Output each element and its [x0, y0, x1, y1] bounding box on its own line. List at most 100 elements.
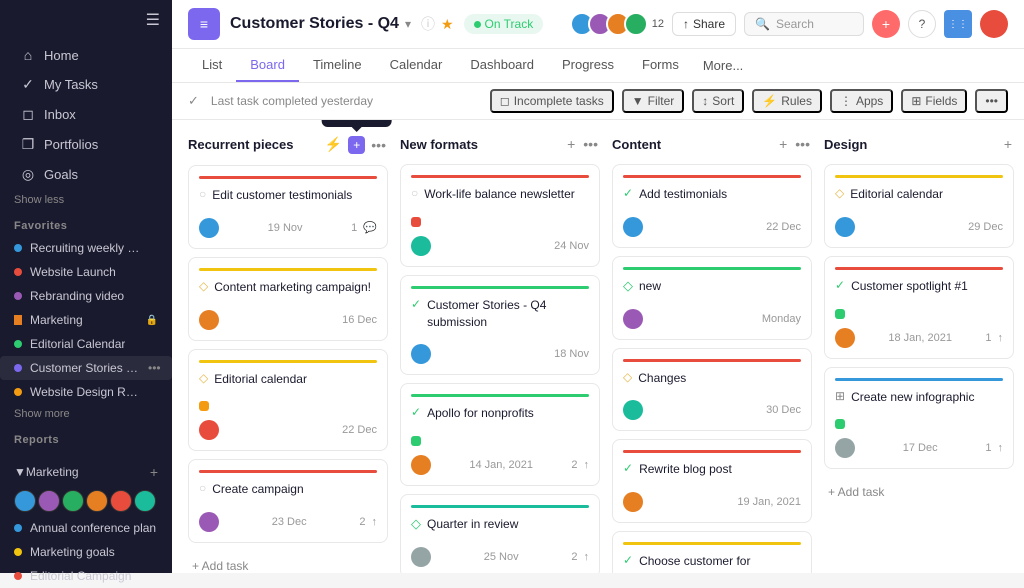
- card-create-infographic[interactable]: ⊞ Create new infographic 17 Dec 1 ↑: [824, 367, 1014, 470]
- column-more-icon[interactable]: •••: [793, 134, 812, 154]
- card-apollo[interactable]: ✓ Apollo for nonprofits 14 Jan, 2021 2 ↑: [400, 383, 600, 486]
- fav-dot: [14, 292, 22, 300]
- tab-dashboard[interactable]: Dashboard: [456, 49, 548, 82]
- sidebar-item-website-launch[interactable]: Website Launch: [0, 260, 172, 284]
- favorites-section-label: Favorites: [0, 210, 172, 236]
- column-title: New formats: [400, 137, 478, 152]
- card-status-bar: [199, 176, 377, 179]
- tab-board[interactable]: Board: [236, 49, 299, 82]
- sidebar-item-customer-stories[interactable]: Customer Stories - Q4 •••: [0, 356, 172, 380]
- search-box[interactable]: 🔍 Search: [744, 12, 864, 36]
- card-customer-stories-q4[interactable]: ✓ Customer Stories - Q4 submission 18 No…: [400, 275, 600, 376]
- card-footer: 29 Dec: [835, 217, 1003, 237]
- star-icon[interactable]: ★: [441, 16, 454, 33]
- sidebar-item-portfolios[interactable]: ❐ Portfolios: [6, 130, 166, 159]
- card-editorial-calendar-1[interactable]: ◇ Editorial calendar 22 Dec: [188, 349, 388, 452]
- sidebar-item-home[interactable]: ⌂ Home: [6, 41, 166, 69]
- card-date: 14 Jan, 2021: [469, 459, 533, 471]
- add-task-btn-design[interactable]: + Add task: [824, 477, 1014, 507]
- add-task-btn-recurrent[interactable]: + Add task: [188, 551, 388, 573]
- sidebar-item-goals[interactable]: ◎ Goals: [6, 160, 166, 189]
- filter-btn[interactable]: ▼ Filter: [622, 89, 685, 113]
- column-more-icon[interactable]: •••: [581, 134, 600, 154]
- add-task-tooltip: Add task: [321, 120, 392, 127]
- show-less-btn[interactable]: Show less: [0, 190, 172, 210]
- card-rewrite-blog[interactable]: ✓ Rewrite blog post 19 Jan, 2021: [612, 439, 812, 523]
- tab-more[interactable]: More...: [693, 50, 753, 81]
- add-col-btn[interactable]: +: [1002, 134, 1014, 154]
- card-add-testimonials[interactable]: ✓ Add testimonials 22 Dec: [612, 164, 812, 248]
- info-icon[interactable]: ⓘ: [421, 14, 435, 34]
- topbar-right: 12 ↑ Share 🔍 Search + ? ⋮⋮: [570, 10, 1008, 38]
- fav-dot: [14, 268, 22, 276]
- title-dropdown-chevron[interactable]: ▾: [405, 17, 411, 31]
- add-team-btn[interactable]: +: [150, 464, 158, 480]
- share-button[interactable]: ↑ Share: [672, 12, 736, 36]
- sidebar-item-inbox[interactable]: ◻ Inbox: [6, 100, 166, 129]
- tab-timeline[interactable]: Timeline: [299, 49, 376, 82]
- card-choose-customer[interactable]: ✓ Choose customer for February spotlight…: [612, 531, 812, 573]
- add-col-btn[interactable]: +: [565, 134, 577, 154]
- card-changes[interactable]: ◇ Changes 30 Dec: [612, 348, 812, 432]
- card-date: 25 Nov: [484, 551, 519, 563]
- card-date: 16 Dec: [342, 314, 377, 326]
- sidebar-item-rebranding[interactable]: Rebranding video: [0, 284, 172, 308]
- tag: [411, 217, 421, 227]
- team-dot: [14, 572, 22, 580]
- sidebar-item-recruiting[interactable]: Recruiting weekly mee...: [0, 236, 172, 260]
- user-avatar[interactable]: [980, 10, 1008, 38]
- team-item-conference[interactable]: Annual conference plan: [0, 516, 172, 540]
- sidebar-item-label: Inbox: [44, 107, 76, 122]
- card-create-campaign[interactable]: ○ Create campaign 23 Dec 2 ↑: [188, 459, 388, 543]
- add-col-btn[interactable]: +: [777, 134, 789, 154]
- card-work-life[interactable]: ○ Work-life balance newsletter 24 Nov: [400, 164, 600, 267]
- more-options-btn[interactable]: •••: [975, 89, 1008, 113]
- tab-list[interactable]: List: [188, 49, 236, 82]
- lightning-icon[interactable]: ⚡: [323, 134, 344, 155]
- team-item-goals[interactable]: Marketing goals: [0, 540, 172, 564]
- task-status-icon: ○: [199, 187, 206, 201]
- card-editorial-calendar-2[interactable]: ◇ Editorial calendar 29 Dec: [824, 164, 1014, 248]
- team-item-editorial-campaign[interactable]: Editorial Campaign: [0, 564, 172, 588]
- card-title: Create campaign: [212, 481, 303, 498]
- card-avatar: [411, 547, 431, 567]
- sidebar-item-marketing[interactable]: Marketing 🔒: [0, 308, 172, 332]
- comment-icon: 💬: [363, 221, 377, 234]
- help-button[interactable]: ?: [908, 10, 936, 38]
- collapse-icon[interactable]: ☰: [146, 10, 160, 30]
- rules-label: Rules: [781, 94, 812, 108]
- add-button[interactable]: +: [872, 10, 900, 38]
- card-meta: 2 ↑: [571, 459, 589, 471]
- sort-label: Sort: [712, 94, 734, 108]
- teams-header[interactable]: ▼ Marketing +: [0, 458, 172, 486]
- sidebar-item-editorial[interactable]: Editorial Calendar: [0, 332, 172, 356]
- apps-btn[interactable]: ⋮ Apps: [830, 89, 893, 113]
- card-status-bar: [199, 470, 377, 473]
- team-dot: [14, 524, 22, 532]
- tag: [835, 309, 845, 319]
- card-customer-spotlight[interactable]: ✓ Customer spotlight #1 18 Jan, 2021 1 ↑: [824, 256, 1014, 359]
- incomplete-tasks-btn[interactable]: ◻ Incomplete tasks: [490, 89, 614, 113]
- sidebar-item-my-tasks[interactable]: ✓ My Tasks: [6, 70, 166, 99]
- card-quarter-review[interactable]: ◇ Quarter in review 25 Nov 2 ↑: [400, 494, 600, 573]
- column-more-icon[interactable]: •••: [369, 135, 388, 155]
- card-edit-testimonials[interactable]: ○ Edit customer testimonials 19 Nov 1 💬: [188, 165, 388, 249]
- rules-btn[interactable]: ⚡ Rules: [752, 89, 822, 113]
- card-content-marketing[interactable]: ◇ Content marketing campaign! 16 Dec: [188, 257, 388, 341]
- comment-count: 1: [351, 222, 357, 234]
- apps-button[interactable]: ⋮⋮: [944, 10, 972, 38]
- card-date: 17 Dec: [903, 442, 938, 454]
- add-column-task-btn[interactable]: +: [348, 136, 365, 154]
- card-avatar: [835, 328, 855, 348]
- sidebar-item-website-design[interactable]: Website Design Reque...: [0, 380, 172, 404]
- show-more-btn[interactable]: Show more: [0, 404, 172, 424]
- card-new[interactable]: ◇ new Monday: [612, 256, 812, 340]
- more-icon[interactable]: •••: [148, 361, 161, 375]
- tag: [199, 401, 209, 411]
- tab-calendar[interactable]: Calendar: [376, 49, 457, 82]
- tab-forms[interactable]: Forms: [628, 49, 693, 82]
- tab-progress[interactable]: Progress: [548, 49, 628, 82]
- card-avatar: [835, 438, 855, 458]
- fields-btn[interactable]: ⊞ Fields: [901, 89, 967, 113]
- sort-btn[interactable]: ↕ Sort: [692, 89, 744, 113]
